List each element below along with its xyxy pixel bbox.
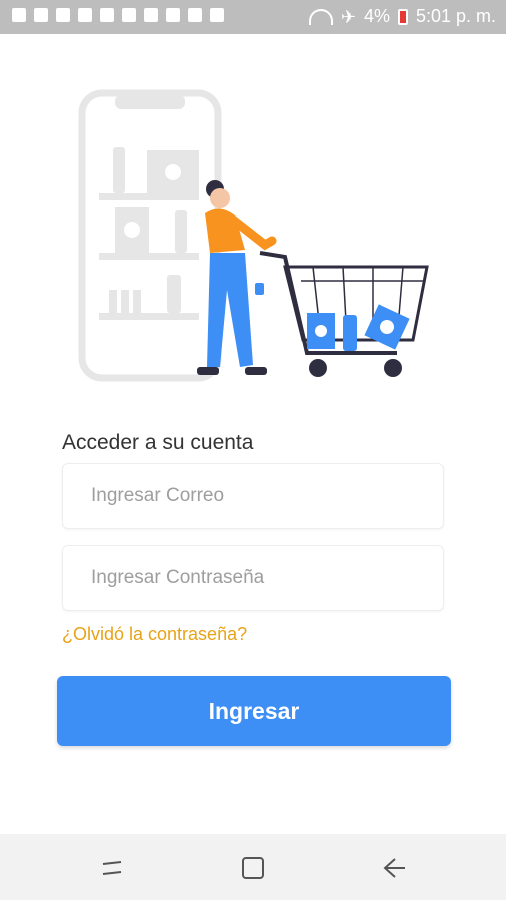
legs	[207, 253, 253, 367]
mail-icon	[144, 8, 158, 22]
phone-notch	[115, 95, 185, 109]
box-label	[165, 164, 181, 180]
email-field-container	[62, 463, 444, 529]
phone-outline	[78, 89, 222, 382]
bottle-icon	[121, 290, 129, 313]
battery-percent: 4%	[363, 6, 390, 26]
alert-icon	[56, 8, 70, 22]
airplane-icon: ✈	[340, 6, 356, 27]
cart-wheel	[384, 359, 402, 377]
box-label	[124, 222, 140, 238]
shoe	[245, 367, 267, 375]
warning-icon	[166, 8, 180, 22]
price-tag-icon	[255, 283, 264, 295]
product-bottle-icon	[343, 315, 357, 351]
product-label	[380, 320, 394, 334]
password-field-container	[62, 545, 444, 611]
warning-icon	[188, 8, 202, 22]
head	[210, 188, 230, 208]
forgot-password-link[interactable]: ¿Olvidó la contraseña?	[62, 624, 247, 645]
alert-icon	[12, 8, 26, 22]
home-icon[interactable]	[239, 854, 267, 882]
bottle-icon	[109, 290, 117, 313]
missed-call-icon	[78, 8, 92, 22]
bottle-icon	[167, 275, 181, 313]
bottle-icon	[175, 210, 187, 253]
product-label	[315, 325, 327, 337]
notification-icons	[12, 8, 224, 22]
shoe	[197, 367, 219, 375]
password-field[interactable]	[63, 546, 443, 610]
recent-apps-icon[interactable]	[98, 854, 126, 882]
wifi-icon	[308, 8, 333, 25]
navigation-bar	[0, 834, 506, 900]
status-right: ✈ 4% 5:01 p. m.	[308, 6, 496, 27]
shelf	[99, 253, 199, 260]
torso	[205, 208, 245, 253]
cart-wheel	[309, 359, 327, 377]
shopping-illustration	[78, 89, 429, 382]
back-icon[interactable]	[380, 854, 408, 882]
battery-icon	[397, 8, 408, 25]
image-icon	[122, 8, 136, 22]
shelf	[99, 193, 199, 200]
clock: 5:01 p. m.	[415, 6, 496, 26]
mail-icon	[100, 8, 114, 22]
bottle-icon	[133, 290, 141, 313]
login-title: Acceder a su cuenta	[62, 431, 254, 454]
status-bar: ✈ 4% 5:01 p. m.	[0, 0, 506, 34]
image-icon	[210, 8, 224, 22]
shelf	[99, 313, 199, 320]
email-field[interactable]	[63, 464, 443, 528]
b-icon	[34, 8, 48, 22]
login-button[interactable]: Ingresar	[57, 676, 451, 746]
bottle-icon	[113, 147, 125, 193]
